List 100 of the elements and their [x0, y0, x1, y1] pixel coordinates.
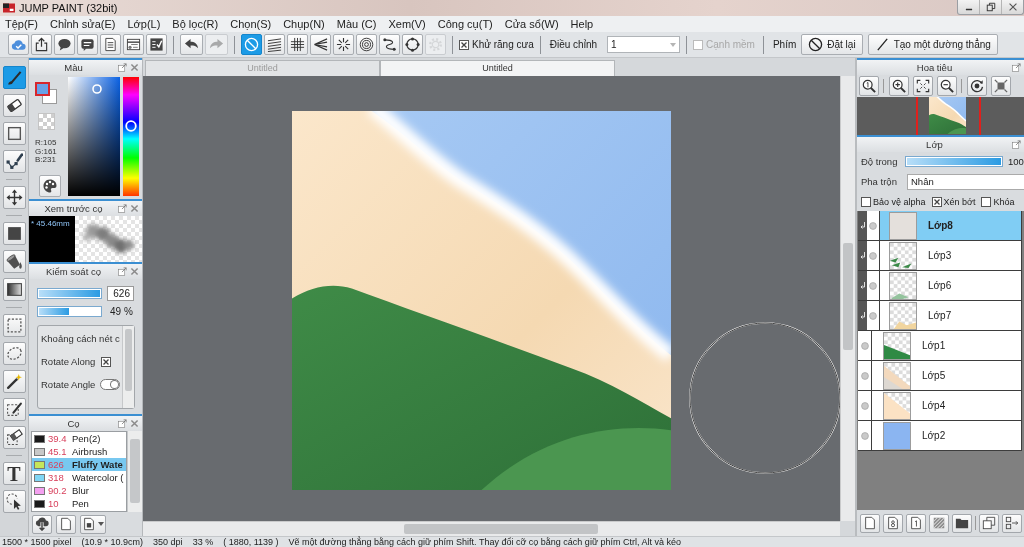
layer-row[interactable]: Lớp8 — [858, 211, 1022, 241]
tool-button[interactable] — [2, 490, 26, 513]
picker-ring-icon[interactable] — [92, 84, 102, 94]
panel-button[interactable] — [860, 513, 880, 533]
checkbox[interactable] — [931, 196, 942, 207]
toolbar-button[interactable] — [77, 34, 98, 55]
scrollbar-thumb[interactable] — [125, 329, 132, 391]
navigator-button[interactable] — [889, 76, 909, 96]
hue-marker-icon[interactable] — [125, 119, 137, 132]
transparent-swatch-icon[interactable] — [38, 113, 55, 130]
visibility-dot-icon[interactable] — [860, 401, 869, 410]
brush-list-item[interactable]: 45.1 Airbrush — [32, 445, 126, 458]
ruler-button[interactable] — [310, 34, 331, 55]
tool-button[interactable] — [2, 426, 26, 449]
foreground-background-colors-icon[interactable] — [35, 82, 58, 104]
text-button[interactable]: Đặt lại — [801, 34, 863, 55]
visibility-dot-icon[interactable] — [869, 281, 877, 290]
toolbar-button[interactable] — [146, 34, 167, 55]
saturation-value-field[interactable] — [68, 77, 120, 196]
scrollbar[interactable] — [127, 431, 142, 512]
text-button[interactable]: Tạo một đường thẳng — [867, 34, 998, 55]
tool-button[interactable] — [2, 370, 26, 393]
menu-item[interactable]: Bộ lọc(R) — [172, 18, 219, 30]
navigator-button[interactable] — [913, 76, 933, 96]
layer-row[interactable]: Lớp7 — [858, 301, 1022, 331]
brush-size-field[interactable]: 626 — [107, 286, 134, 301]
toolbar-button[interactable] — [123, 34, 144, 55]
ruler-button[interactable] — [264, 34, 285, 55]
blend-mode-field[interactable]: Nhân — [907, 173, 1024, 190]
menu-item[interactable]: Màu (C) — [336, 18, 377, 30]
menu-item[interactable]: Lớp(L) — [127, 18, 161, 30]
navigator-button[interactable] — [991, 76, 1011, 96]
navigator-button[interactable] — [859, 76, 879, 96]
panel-button[interactable] — [80, 514, 106, 534]
panel-button[interactable] — [952, 513, 972, 533]
tool-button[interactable] — [2, 398, 26, 421]
ruler-button[interactable] — [333, 34, 354, 55]
tool-button[interactable] — [2, 150, 26, 173]
toolbar-button[interactable] — [100, 34, 121, 55]
layer-row[interactable]: Lớp3 — [858, 241, 1022, 271]
visibility-dot-icon[interactable] — [860, 371, 869, 380]
panel-button[interactable] — [56, 514, 76, 534]
menu-item[interactable]: Chụp(N) — [283, 18, 325, 30]
brush-list-item[interactable]: 10 Pen — [32, 497, 126, 510]
toolbar-button[interactable] — [31, 34, 52, 55]
checkbox[interactable] — [459, 39, 469, 50]
tool-button[interactable] — [2, 66, 26, 89]
panel-button[interactable] — [906, 513, 926, 533]
panel-button[interactable] — [32, 514, 52, 534]
hue-slider[interactable] — [123, 77, 139, 196]
menu-item[interactable]: Chọn(S) — [230, 18, 272, 30]
menu-item[interactable]: Xem(V) — [388, 18, 426, 30]
menu-item[interactable]: Help — [570, 18, 594, 30]
menu-item[interactable]: Cửa sổ(W) — [504, 18, 559, 30]
scrollbar-thumb[interactable] — [843, 242, 853, 350]
tool-button[interactable] — [2, 186, 26, 209]
tool-button[interactable] — [2, 222, 26, 245]
visibility-dot-icon[interactable] — [869, 251, 877, 260]
checkbox[interactable] — [101, 356, 112, 367]
layer-row[interactable]: Lớp5 — [858, 361, 1022, 391]
navigator-button[interactable] — [937, 76, 957, 96]
tool-button[interactable] — [2, 278, 26, 301]
scrollbar[interactable] — [122, 326, 134, 408]
layer-row[interactable]: Lớp1 — [858, 331, 1022, 361]
panel-button[interactable] — [979, 513, 999, 533]
brush-opacity-slider[interactable] — [37, 306, 102, 317]
checkbox[interactable] — [981, 196, 992, 207]
adjust-dropdown[interactable]: 1 — [607, 36, 681, 53]
layer-row[interactable]: Lớp6 — [858, 271, 1022, 301]
layer-row[interactable]: Lớp4 — [858, 391, 1022, 421]
toolbar-button[interactable] — [54, 34, 75, 55]
tool-button[interactable] — [2, 122, 26, 145]
navigator-preview[interactable] — [857, 97, 1024, 135]
navigator-button[interactable] — [967, 76, 987, 96]
menu-item[interactable]: Tệp(F) — [5, 18, 38, 30]
menu-item[interactable]: Chỉnh sửa(E) — [50, 18, 116, 30]
scrollbar-thumb[interactable] — [404, 524, 599, 534]
document-tab[interactable]: Untitled — [380, 60, 615, 76]
visibility-dot-icon[interactable] — [869, 221, 877, 230]
visibility-dot-icon[interactable] — [869, 311, 877, 320]
brush-list-item[interactable]: 626 Fluffy Wate — [32, 458, 126, 471]
checkbox[interactable] — [861, 196, 871, 207]
tool-button[interactable] — [2, 94, 26, 117]
text-tool-button[interactable]: T — [2, 462, 26, 485]
palette-button[interactable] — [39, 174, 61, 197]
panel-button[interactable] — [883, 513, 903, 533]
ruler-button[interactable] — [379, 34, 400, 55]
ruler-button[interactable] — [356, 34, 377, 55]
visibility-dot-icon[interactable] — [860, 341, 869, 350]
visibility-dot-icon[interactable] — [860, 431, 869, 440]
brush-list-item[interactable]: 318 Watercolor ( — [32, 471, 126, 484]
menu-item[interactable]: Công cụ(T) — [437, 18, 493, 30]
layer-row[interactable]: Lớp2 — [858, 421, 1022, 451]
brush-list-item[interactable]: 39.4 Pen(2) — [32, 432, 126, 445]
brush-list-item[interactable]: 90.2 Blur — [32, 484, 126, 497]
scrollbar-thumb[interactable] — [130, 439, 140, 503]
panel-button[interactable] — [1002, 513, 1022, 533]
toolbar-button[interactable] — [180, 34, 203, 55]
tool-button[interactable] — [2, 250, 26, 273]
ruler-button[interactable] — [287, 34, 308, 55]
